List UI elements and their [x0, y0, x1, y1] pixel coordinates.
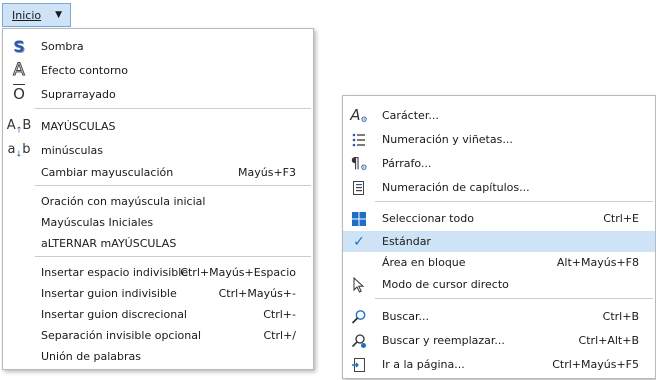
dropdown-arrow-icon: ▼: [55, 10, 63, 20]
shortcut: Ctrl+Mayús+-: [218, 287, 296, 300]
format-dropdown-menu: S Sombra A Efecto contorno O Suprarrayad…: [2, 28, 314, 370]
menu-item-numeracion-capitulos[interactable]: Numeración de capítulos...: [343, 177, 655, 198]
search-icon: [343, 306, 375, 327]
menu-item-guion-discrecional[interactable]: Insertar guion discrecional Ctrl+-: [3, 304, 313, 325]
shortcut: Alt+Mayús+F8: [556, 256, 639, 269]
menu-item-mayusculas[interactable]: A↑B MAYÚSCULAS: [3, 116, 313, 137]
shortcut: Ctrl+B: [602, 310, 639, 323]
menu-item-alternar[interactable]: aLTERNAR mAYÚSCULAS: [3, 233, 313, 254]
select-all-icon: [343, 208, 375, 229]
menu-item-ir-pagina[interactable]: Ir a la página... Ctrl+Mayús+F5: [343, 354, 655, 375]
uppercase-icon: A↑B: [6, 117, 32, 135]
chapter-numbering-icon: [343, 177, 375, 198]
paragraph-icon: ¶ ⚙: [350, 154, 368, 172]
menu-item-suprarrayado[interactable]: O Suprarrayado: [3, 84, 313, 105]
shortcut: Ctrl+E: [603, 212, 639, 225]
find-replace-icon: [343, 330, 375, 351]
bullets-icon: [343, 129, 375, 150]
menu-item-caracter[interactable]: A ⚙ Carácter...: [343, 105, 655, 126]
goto-page-icon: [343, 354, 375, 375]
shortcut: Ctrl+/: [263, 329, 297, 342]
menu-separator: [375, 201, 653, 202]
menu-item-cambiar-mayusculacion[interactable]: Cambiar mayusculación Mayús+F3: [3, 162, 313, 183]
menu-item-parrafo[interactable]: ¶ ⚙ Párrafo...: [343, 153, 655, 174]
menu-separator: [35, 185, 311, 186]
shortcut: Ctrl+-: [263, 308, 296, 321]
menu-item-efecto-contorno[interactable]: A Efecto contorno: [3, 60, 313, 81]
lowercase-icon: a↓b: [7, 141, 31, 159]
menu-item-seleccionar-todo[interactable]: Seleccionar todo Ctrl+E: [343, 208, 655, 229]
inicio-menu-button[interactable]: Inicio ▼: [2, 3, 71, 27]
menu-item-numeracion-vinetas[interactable]: Numeración y viñetas...: [343, 129, 655, 150]
shadow-icon: S: [13, 36, 25, 56]
menu-item-mayusculas-iniciales[interactable]: Mayúsculas Iniciales: [3, 212, 313, 233]
menu-separator: [35, 256, 311, 257]
menu-item-minusculas[interactable]: a↓b minúsculas: [3, 140, 313, 161]
checkmark-icon: ✓: [353, 233, 365, 250]
menu-item-buscar[interactable]: Buscar... Ctrl+B: [343, 306, 655, 327]
shortcut: Mayús+F3: [238, 166, 296, 179]
context-menu: A ⚙ Carácter... Numeración y viñetas... ¶…: [342, 95, 656, 379]
menu-item-estandar[interactable]: ✓ Estándar: [343, 231, 655, 252]
shortcut: Ctrl+Alt+B: [578, 334, 639, 347]
menu-item-sombra[interactable]: S Sombra: [3, 36, 313, 57]
menu-item-buscar-reemplazar[interactable]: Buscar y reemplazar... Ctrl+Alt+B: [343, 330, 655, 351]
menu-item-union-palabras[interactable]: Unión de palabras: [3, 346, 313, 367]
menu-item-oracion[interactable]: Oración con mayúscula inicial: [3, 191, 313, 212]
character-icon: A ⚙: [350, 106, 368, 124]
menu-item-area-bloque[interactable]: Área en bloque Alt+Mayús+F8: [343, 252, 655, 273]
cursor-icon: [343, 274, 375, 295]
overline-icon: O: [13, 85, 25, 103]
menu-separator: [35, 108, 311, 109]
inicio-menu-label: Inicio: [12, 8, 42, 22]
menu-item-separacion-invisible[interactable]: Separación invisible opcional Ctrl+/: [3, 325, 313, 346]
shortcut: Ctrl+Mayús+Espacio: [180, 266, 296, 279]
menu-item-guion-indivisible[interactable]: Insertar guion indivisible Ctrl+Mayús+-: [3, 283, 313, 304]
menu-item-cursor-directo[interactable]: Modo de cursor directo: [343, 274, 655, 295]
shortcut: Ctrl+Mayús+F5: [552, 358, 639, 371]
outline-icon: A: [13, 60, 26, 80]
menu-item-espacio-indivisible[interactable]: Insertar espacio indivisible Ctrl+Mayús+…: [3, 262, 313, 283]
menu-separator: [375, 298, 653, 299]
